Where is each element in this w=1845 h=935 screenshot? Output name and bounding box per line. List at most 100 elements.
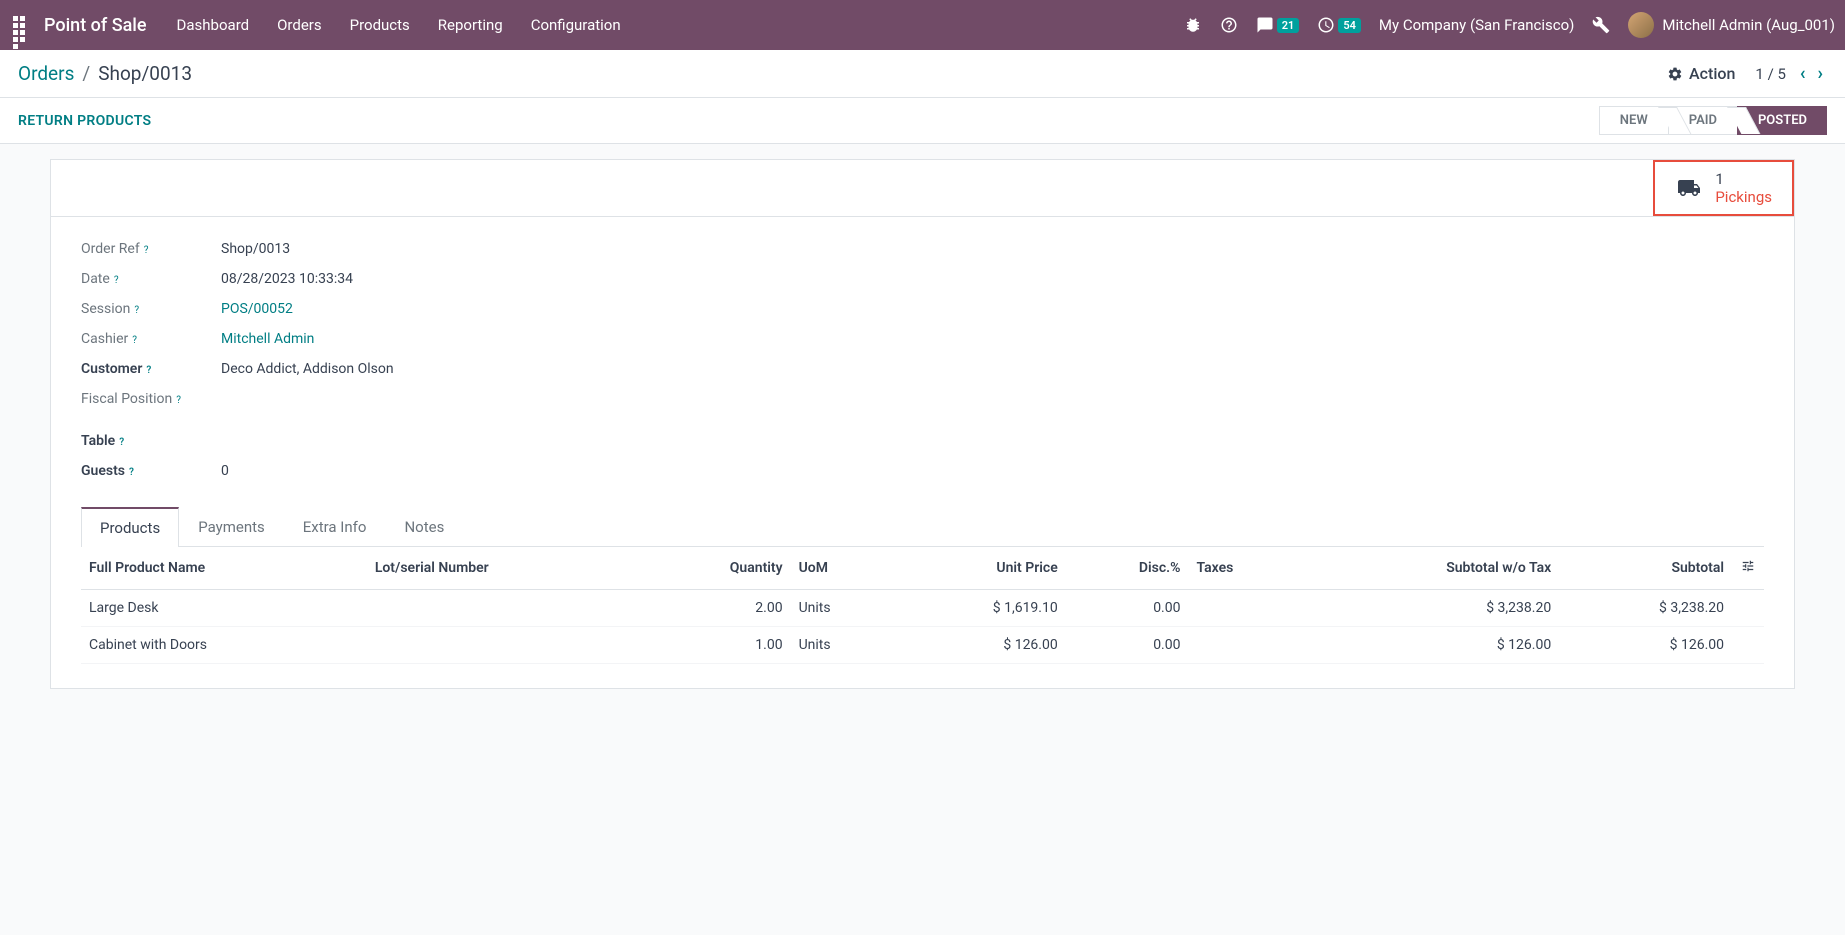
help-icon[interactable]: ? xyxy=(176,395,181,406)
breadcrumb-current: Shop/0013 xyxy=(98,62,192,85)
help-icon[interactable]: ? xyxy=(114,275,119,286)
table-row[interactable]: Large Desk 2.00Units$ 1,619.100.00 $ 3,238… xyxy=(81,590,1764,627)
cell-disc: 0.00 xyxy=(1066,627,1189,664)
cashier-link[interactable]: Mitchell Admin xyxy=(221,331,314,347)
apps-menu-icon[interactable] xyxy=(10,13,34,37)
col-subtotal-wo-tax[interactable]: Subtotal w/o Tax xyxy=(1301,547,1559,590)
support-icon[interactable] xyxy=(1220,16,1238,34)
pager-next[interactable]: › xyxy=(1814,63,1827,84)
field-group: Order Ref? Shop/0013 Date? 08/28/2023 10… xyxy=(81,241,801,479)
truck-icon xyxy=(1675,176,1703,200)
breadcrumb-parent[interactable]: Orders xyxy=(18,62,74,85)
bug-icon[interactable] xyxy=(1184,16,1202,34)
session-link[interactable]: POS/00052 xyxy=(221,301,293,317)
cell-subtotal: $ 3,238.20 xyxy=(1559,590,1732,627)
customer-value: Deco Addict, Addison Olson xyxy=(221,361,394,377)
column-config-button[interactable] xyxy=(1732,547,1764,590)
messages-badge: 21 xyxy=(1277,18,1300,33)
cell-qty: 2.00 xyxy=(644,590,791,627)
help-icon[interactable]: ? xyxy=(146,365,151,376)
tab-extra-info[interactable]: Extra Info xyxy=(284,507,386,547)
help-icon[interactable]: ? xyxy=(129,467,134,478)
help-icon[interactable]: ? xyxy=(132,335,137,346)
user-name: Mitchell Admin (Aug_001) xyxy=(1662,16,1835,34)
cell-taxes xyxy=(1188,590,1301,627)
tools-icon[interactable] xyxy=(1592,16,1610,34)
cell-unit-price: $ 1,619.10 xyxy=(893,590,1066,627)
return-products-button[interactable]: RETURN PRODUCTS xyxy=(18,113,151,129)
user-menu[interactable]: Mitchell Admin (Aug_001) xyxy=(1628,12,1835,38)
col-unit-price[interactable]: Unit Price xyxy=(893,547,1066,590)
help-icon[interactable]: ? xyxy=(134,305,139,316)
breadcrumb-bar: Orders / Shop/0013 Action 1 / 5 ‹ › xyxy=(0,50,1845,98)
field-guests: Guests? 0 xyxy=(81,463,801,479)
tab-notes[interactable]: Notes xyxy=(385,507,463,547)
col-lot[interactable]: Lot/serial Number xyxy=(367,547,644,590)
cell-uom: Units xyxy=(791,590,893,627)
nav-dashboard[interactable]: Dashboard xyxy=(177,16,250,34)
activities-badge: 54 xyxy=(1338,18,1361,33)
nav-orders[interactable]: Orders xyxy=(277,16,322,34)
notebook-tabs: Products Payments Extra Info Notes xyxy=(81,507,1764,547)
cell-subtotal: $ 126.00 xyxy=(1559,627,1732,664)
col-product[interactable]: Full Product Name xyxy=(81,547,367,590)
date-value: 08/28/2023 10:33:34 xyxy=(221,271,353,287)
messages-icon[interactable]: 21 xyxy=(1256,16,1300,34)
cell-uom: Units xyxy=(791,627,893,664)
field-fiscal-position: Fiscal Position? xyxy=(81,391,801,407)
nav-menu: Dashboard Orders Products Reporting Conf… xyxy=(177,16,621,34)
form-sheet: 1 Pickings Order Ref? Shop/0013 Date? 08… xyxy=(50,159,1795,689)
field-customer: Customer? Deco Addict, Addison Olson xyxy=(81,361,801,377)
action-bar: RETURN PRODUCTS NEW PAID POSTED xyxy=(0,98,1845,144)
action-dropdown[interactable]: Action xyxy=(1667,64,1735,83)
tab-payments[interactable]: Payments xyxy=(179,507,284,547)
col-taxes[interactable]: Taxes xyxy=(1188,547,1301,590)
breadcrumb-right: Action 1 / 5 ‹ › xyxy=(1667,63,1827,84)
gear-icon xyxy=(1667,66,1683,82)
col-qty[interactable]: Quantity xyxy=(644,547,791,590)
company-selector[interactable]: My Company (San Francisco) xyxy=(1379,16,1574,34)
nav-reporting[interactable]: Reporting xyxy=(438,16,503,34)
order-ref-value: Shop/0013 xyxy=(221,241,290,257)
user-avatar xyxy=(1628,12,1654,38)
nav-configuration[interactable]: Configuration xyxy=(531,16,621,34)
cell-qty: 1.00 xyxy=(644,627,791,664)
status-new[interactable]: NEW xyxy=(1599,106,1668,135)
cell-product: Cabinet with Doors xyxy=(81,627,367,664)
sliders-icon xyxy=(1740,559,1756,573)
table-header-row: Full Product Name Lot/serial Number Quan… xyxy=(81,547,1764,590)
nav-products[interactable]: Products xyxy=(350,16,410,34)
field-order-ref: Order Ref? Shop/0013 xyxy=(81,241,801,257)
pickings-stat-button[interactable]: 1 Pickings xyxy=(1653,160,1794,216)
col-uom[interactable]: UoM xyxy=(791,547,893,590)
cell-subtotal-wo-tax: $ 126.00 xyxy=(1301,627,1559,664)
cell-product: Large Desk xyxy=(81,590,367,627)
breadcrumb-sep: / xyxy=(82,62,90,85)
help-icon[interactable]: ? xyxy=(119,437,124,448)
app-title[interactable]: Point of Sale xyxy=(44,15,147,36)
cell-lot xyxy=(367,627,644,664)
col-subtotal[interactable]: Subtotal xyxy=(1559,547,1732,590)
field-table: Table? xyxy=(81,433,801,449)
header-right: 21 54 My Company (San Francisco) Mitchel… xyxy=(1184,12,1835,38)
col-disc[interactable]: Disc.% xyxy=(1066,547,1189,590)
pager: 1 / 5 ‹ › xyxy=(1755,63,1827,84)
cell-lot xyxy=(367,590,644,627)
table-row[interactable]: Cabinet with Doors 1.00Units $ 126.00 0.00 $… xyxy=(81,627,1764,664)
stat-button-row: 1 Pickings xyxy=(51,160,1794,217)
status-bar: NEW PAID POSTED xyxy=(1599,106,1827,135)
main-header: Point of Sale Dashboard Orders Products … xyxy=(0,0,1845,50)
pickings-label: Pickings xyxy=(1715,188,1772,206)
cell-taxes xyxy=(1188,627,1301,664)
activities-icon[interactable]: 54 xyxy=(1317,16,1361,34)
cell-subtotal-wo-tax: $ 3,238.20 xyxy=(1301,590,1559,627)
action-label: Action xyxy=(1689,64,1735,83)
cell-config xyxy=(1732,590,1764,627)
tab-products[interactable]: Products xyxy=(81,507,179,547)
pager-prev[interactable]: ‹ xyxy=(1796,63,1810,84)
order-lines-table: Full Product Name Lot/serial Number Quan… xyxy=(81,547,1764,664)
cell-disc: 0.00 xyxy=(1066,590,1189,627)
pickings-count: 1 xyxy=(1715,170,1772,188)
help-icon[interactable]: ? xyxy=(144,245,149,256)
pager-text[interactable]: 1 / 5 xyxy=(1755,65,1786,83)
